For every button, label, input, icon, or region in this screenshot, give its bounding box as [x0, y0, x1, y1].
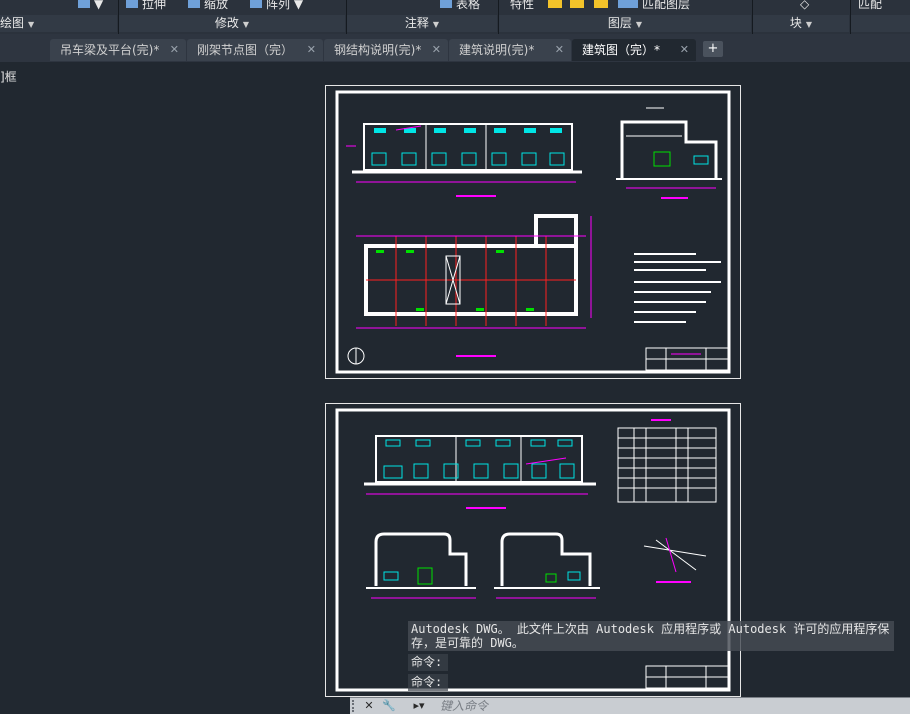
array-icon: [250, 0, 262, 8]
panel-block[interactable]: 块 ▼: [753, 15, 849, 32]
sheet-1-drawing: [335, 90, 731, 374]
schedule-table: [617, 419, 717, 503]
panel-properties: [851, 15, 910, 32]
detail-view: [643, 537, 707, 583]
section-view-b: [494, 532, 600, 599]
properties-button[interactable]: 特性: [510, 0, 546, 14]
chevron-down-icon: ▼: [28, 20, 35, 29]
panel-modify[interactable]: 修改 ▼: [119, 15, 345, 32]
title-block: [645, 347, 729, 371]
section-view: [616, 107, 722, 199]
match-layer-icon: [548, 0, 638, 8]
table-button[interactable]: 表格: [440, 0, 496, 14]
tab-frame-joints[interactable]: 刚架节点图（完） ✕: [187, 39, 323, 61]
command-history-line: 命令:: [408, 654, 448, 671]
tab-steel-notes[interactable]: 钢结构说明(完)* ✕: [324, 39, 448, 61]
elevation-view: [346, 123, 582, 197]
command-history: Autodesk DWG。 此文件上次由 Autodesk 应用程序或 Auto…: [408, 621, 894, 691]
floor-plan-view: [347, 214, 592, 365]
drawing-sheet-1[interactable]: [325, 85, 741, 379]
tab-arch-drawings[interactable]: 建筑图（完）* ✕: [572, 39, 696, 61]
ribbon: ▼ 拉伸 缩放 阵列 ▼ 表格 特性 匹配图层 匹配 ◇ 绘图 ▼ 修改 ▼ 注释 ▼…: [0, 0, 910, 35]
array-button[interactable]: 阵列 ▼: [250, 0, 320, 14]
tab-crane-beam[interactable]: 吊车梁及平台(完)* ✕: [50, 39, 186, 61]
block-insert-button[interactable]: ◇: [800, 0, 820, 14]
tab-arch-notes[interactable]: 建筑说明(完)* ✕: [449, 39, 571, 61]
notes-block: [634, 253, 721, 323]
panel-annotation[interactable]: 注释 ▼: [347, 15, 497, 32]
file-tab-bar: 吊车梁及平台(完)* ✕ 刚架节点图（完） ✕ 钢结构说明(完)* ✕ 建筑说明(完)…: [0, 34, 910, 62]
command-prompt-icon[interactable]: ▸▾: [406, 698, 432, 714]
diamond-icon: ◇: [800, 0, 810, 11]
match-layer-button[interactable]: 匹配图层: [548, 0, 708, 14]
close-icon[interactable]: ✕: [680, 39, 689, 61]
dropdown-icon: [78, 0, 90, 8]
chevron-down-icon: ▼: [432, 20, 440, 29]
draw-dropdown[interactable]: ▼: [78, 0, 118, 14]
close-icon[interactable]: ✕: [360, 698, 378, 714]
drag-handle[interactable]: [352, 700, 360, 712]
chevron-down-icon: ▼: [635, 20, 643, 29]
section-view-a: [366, 532, 476, 599]
stretch-button[interactable]: 拉伸: [126, 0, 184, 14]
command-message: Autodesk DWG。 此文件上次由 Autodesk 应用程序或 Auto…: [408, 621, 894, 651]
wrench-icon[interactable]: 🔧: [380, 698, 398, 714]
new-tab-button[interactable]: +: [703, 41, 723, 57]
close-icon[interactable]: ✕: [555, 39, 564, 61]
chevron-down-icon: ▼: [805, 20, 813, 29]
panel-layers[interactable]: 图层 ▼: [499, 15, 751, 32]
command-history-line: 命令:: [408, 674, 448, 691]
close-icon[interactable]: ✕: [170, 39, 179, 61]
match-button[interactable]: 匹配: [858, 0, 910, 14]
scale-button[interactable]: 缩放: [188, 0, 246, 14]
scale-icon: [188, 0, 200, 8]
command-input[interactable]: 键入命令: [440, 698, 488, 714]
close-icon[interactable]: ✕: [307, 39, 316, 61]
elevation-view: [364, 435, 596, 509]
close-icon[interactable]: ✕: [432, 39, 441, 61]
viewport-controls-label[interactable]: ]框: [0, 68, 17, 85]
chevron-down-icon: ▼: [242, 20, 250, 29]
table-icon: [440, 0, 452, 8]
panel-draw[interactable]: 绘图 ▼: [0, 15, 117, 32]
stretch-icon: [126, 0, 138, 8]
command-line: ✕ 🔧 ▸▾ 键入命令: [350, 697, 910, 714]
